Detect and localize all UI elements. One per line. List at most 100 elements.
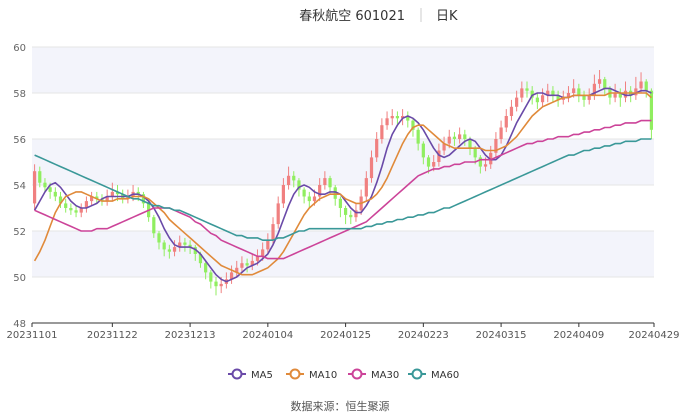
candle-body [520, 88, 524, 98]
candle-body [375, 139, 379, 158]
candle-body [209, 272, 213, 282]
candle-body [504, 116, 508, 128]
x-tick-label: 20240125 [320, 330, 371, 341]
plot-band [32, 139, 654, 185]
candle-body [323, 178, 327, 185]
plot-bands [32, 47, 654, 277]
legend-label: MA60 [431, 370, 459, 381]
candle-body [43, 182, 47, 188]
candle-body [540, 95, 545, 103]
x-tick-label: 20240223 [398, 330, 449, 341]
legend-marker [231, 368, 243, 380]
y-tick-label: 48 [13, 319, 26, 330]
legend-label: MA5 [251, 370, 273, 381]
candle-body [483, 164, 488, 167]
candle-body [245, 263, 249, 266]
candle-body [509, 106, 514, 116]
candle-body [32, 171, 37, 204]
candle-body [380, 125, 384, 139]
candle-body [369, 157, 374, 179]
y-tick-label: 52 [13, 227, 26, 238]
candle-body [214, 281, 218, 287]
y-axis-labels: 60 58 56 54 52 50 48 [13, 43, 26, 330]
candle-body [421, 143, 425, 158]
candle-body [478, 157, 482, 167]
candle-body [328, 178, 332, 188]
candle-body [395, 116, 400, 119]
candle-body [281, 185, 285, 204]
candle-body [597, 79, 602, 84]
candle-body [162, 242, 166, 250]
x-tick-label: 20240315 [476, 330, 527, 341]
candle-body [261, 249, 265, 257]
candle-body [312, 196, 317, 202]
chart-root: 春秋航空 601021 日K 60 58 56 54 52 50 48 20231101 20… [0, 0, 680, 413]
candle-body [458, 134, 462, 139]
candle-body [577, 88, 581, 96]
candle-body [338, 198, 343, 208]
legend-marker [411, 368, 423, 380]
candle-body [172, 247, 177, 252]
candle-body [463, 134, 467, 139]
y-tick-label: 58 [13, 89, 26, 100]
candle-body [343, 208, 348, 215]
candle-body [292, 175, 296, 181]
candle-body [385, 118, 389, 126]
chart-title-period: 日K [436, 9, 458, 24]
legend-item-ma5[interactable]: MA5 [228, 368, 273, 382]
legend-item-ma60[interactable]: MA60 [408, 368, 459, 382]
candle-body [426, 157, 431, 167]
candle-body [468, 139, 472, 149]
candle-body [525, 88, 529, 91]
data-source: 数据来源：恒生聚源 [291, 399, 390, 413]
candle-body [447, 136, 451, 144]
candle-body [69, 208, 73, 211]
candle-body [603, 79, 607, 89]
candle-body [53, 191, 57, 197]
y-tick-label: 54 [13, 181, 26, 192]
candle-body [167, 249, 171, 252]
legend-label: MA30 [371, 370, 399, 381]
x-axis: 20231101 20231122 20231213 20240104 20240125… [7, 322, 680, 341]
candle-body [157, 233, 161, 243]
plot-band [32, 231, 654, 277]
legend: MA5 MA10 MA30 MA60 [228, 368, 459, 382]
x-tick-label: 20240429 [629, 330, 680, 341]
candle-body [452, 136, 457, 139]
candle-body [64, 203, 68, 208]
candle-body [644, 81, 648, 91]
candle-body [535, 97, 539, 103]
candle-body [48, 187, 52, 192]
plot-band [32, 47, 654, 93]
candle-body [390, 116, 394, 119]
candle-body [416, 129, 420, 144]
x-tick-label: 20240409 [553, 330, 604, 341]
candle-body [515, 97, 519, 107]
candle-body [364, 178, 368, 197]
candle-body [572, 88, 576, 93]
x-tick-label: 20231101 [7, 330, 58, 341]
candle-body [219, 283, 223, 287]
candle-body [152, 217, 156, 234]
candle-body [38, 171, 42, 183]
legend-item-ma30[interactable]: MA30 [348, 368, 399, 382]
candle-body [271, 224, 275, 241]
candle-body [639, 81, 643, 89]
candle-body [240, 263, 244, 268]
candle-body [349, 214, 353, 218]
candle-body [266, 240, 270, 250]
x-tick-label: 20231122 [87, 330, 138, 341]
x-tick-label: 20231213 [165, 330, 216, 341]
candle-body [432, 162, 436, 167]
candle-body [307, 196, 311, 202]
legend-item-ma10[interactable]: MA10 [286, 368, 337, 382]
candlestick-chart: 春秋航空 601021 日K 60585654525048 20231101 20… [7, 8, 680, 413]
legend-marker [289, 368, 301, 380]
chart-title-stock: 春秋航空 601021 [299, 8, 405, 24]
candle-body [499, 127, 503, 139]
candle-body [473, 148, 477, 158]
candle-body [74, 210, 78, 213]
y-tick-label: 56 [13, 135, 26, 146]
candle-body [183, 242, 187, 245]
candle-body [276, 203, 280, 225]
